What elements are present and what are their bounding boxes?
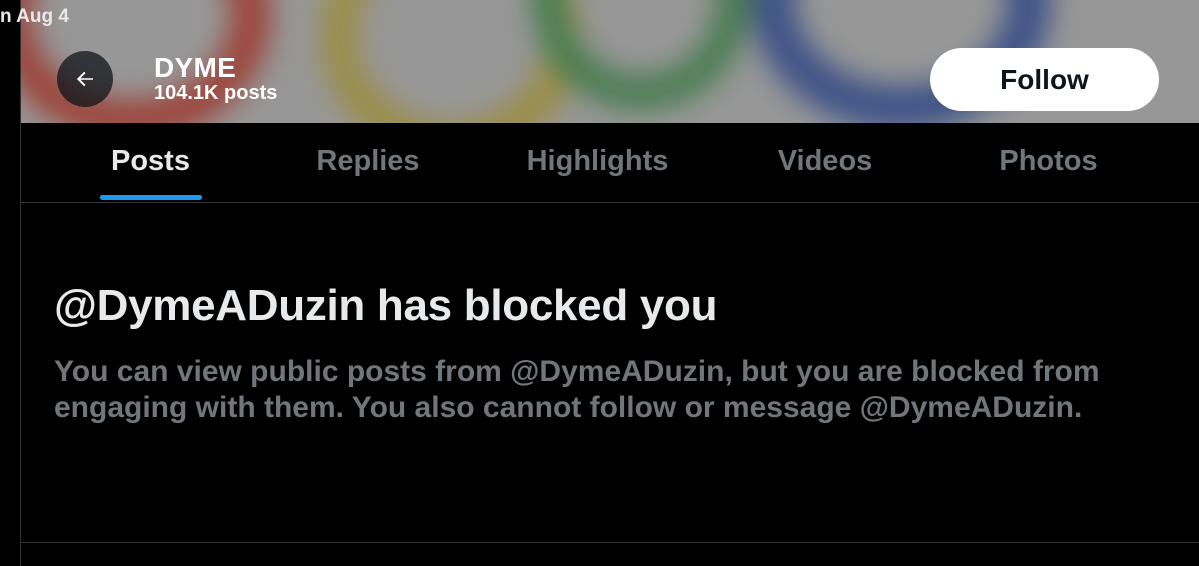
tab-replies[interactable]: Replies [280,123,456,202]
active-tab-indicator [100,195,202,200]
post-count: 104.1K posts [154,82,278,104]
tab-label: Highlights [526,145,669,177]
display-name: DYME [154,52,237,83]
tab-posts[interactable]: Posts [21,123,280,202]
tab-label: Replies [316,145,420,177]
blocked-title: @DymeADuzin has blocked you [54,281,718,330]
follow-button[interactable]: Follow [930,48,1159,111]
tab-highlights[interactable]: Highlights [456,123,739,202]
tab-label: Photos [999,145,1098,177]
blocked-message: @DymeADuzin has blocked you You can view… [54,280,1134,426]
back-button[interactable] [57,51,113,107]
arrow-left-icon [76,71,93,87]
divider [21,542,1199,543]
tab-label: Posts [111,145,190,177]
tab-videos[interactable]: Videos [739,123,911,202]
tab-label: Videos [777,145,873,177]
tab-photos[interactable]: Photos [911,123,1186,202]
profile-page: n Aug 4 DYME 104.1K posts Follow Posts R… [0,0,1199,566]
profile-column: DYME 104.1K posts Follow Posts Replies H… [20,0,1199,566]
blocked-description: You can view public posts from @DymeADuz… [54,355,1100,424]
profile-header-info: DYME 104.1K posts [154,52,277,104]
profile-tabs: Posts Replies Highlights Videos Photos [21,123,1199,203]
date-fragment: n Aug 4 [0,6,69,27]
